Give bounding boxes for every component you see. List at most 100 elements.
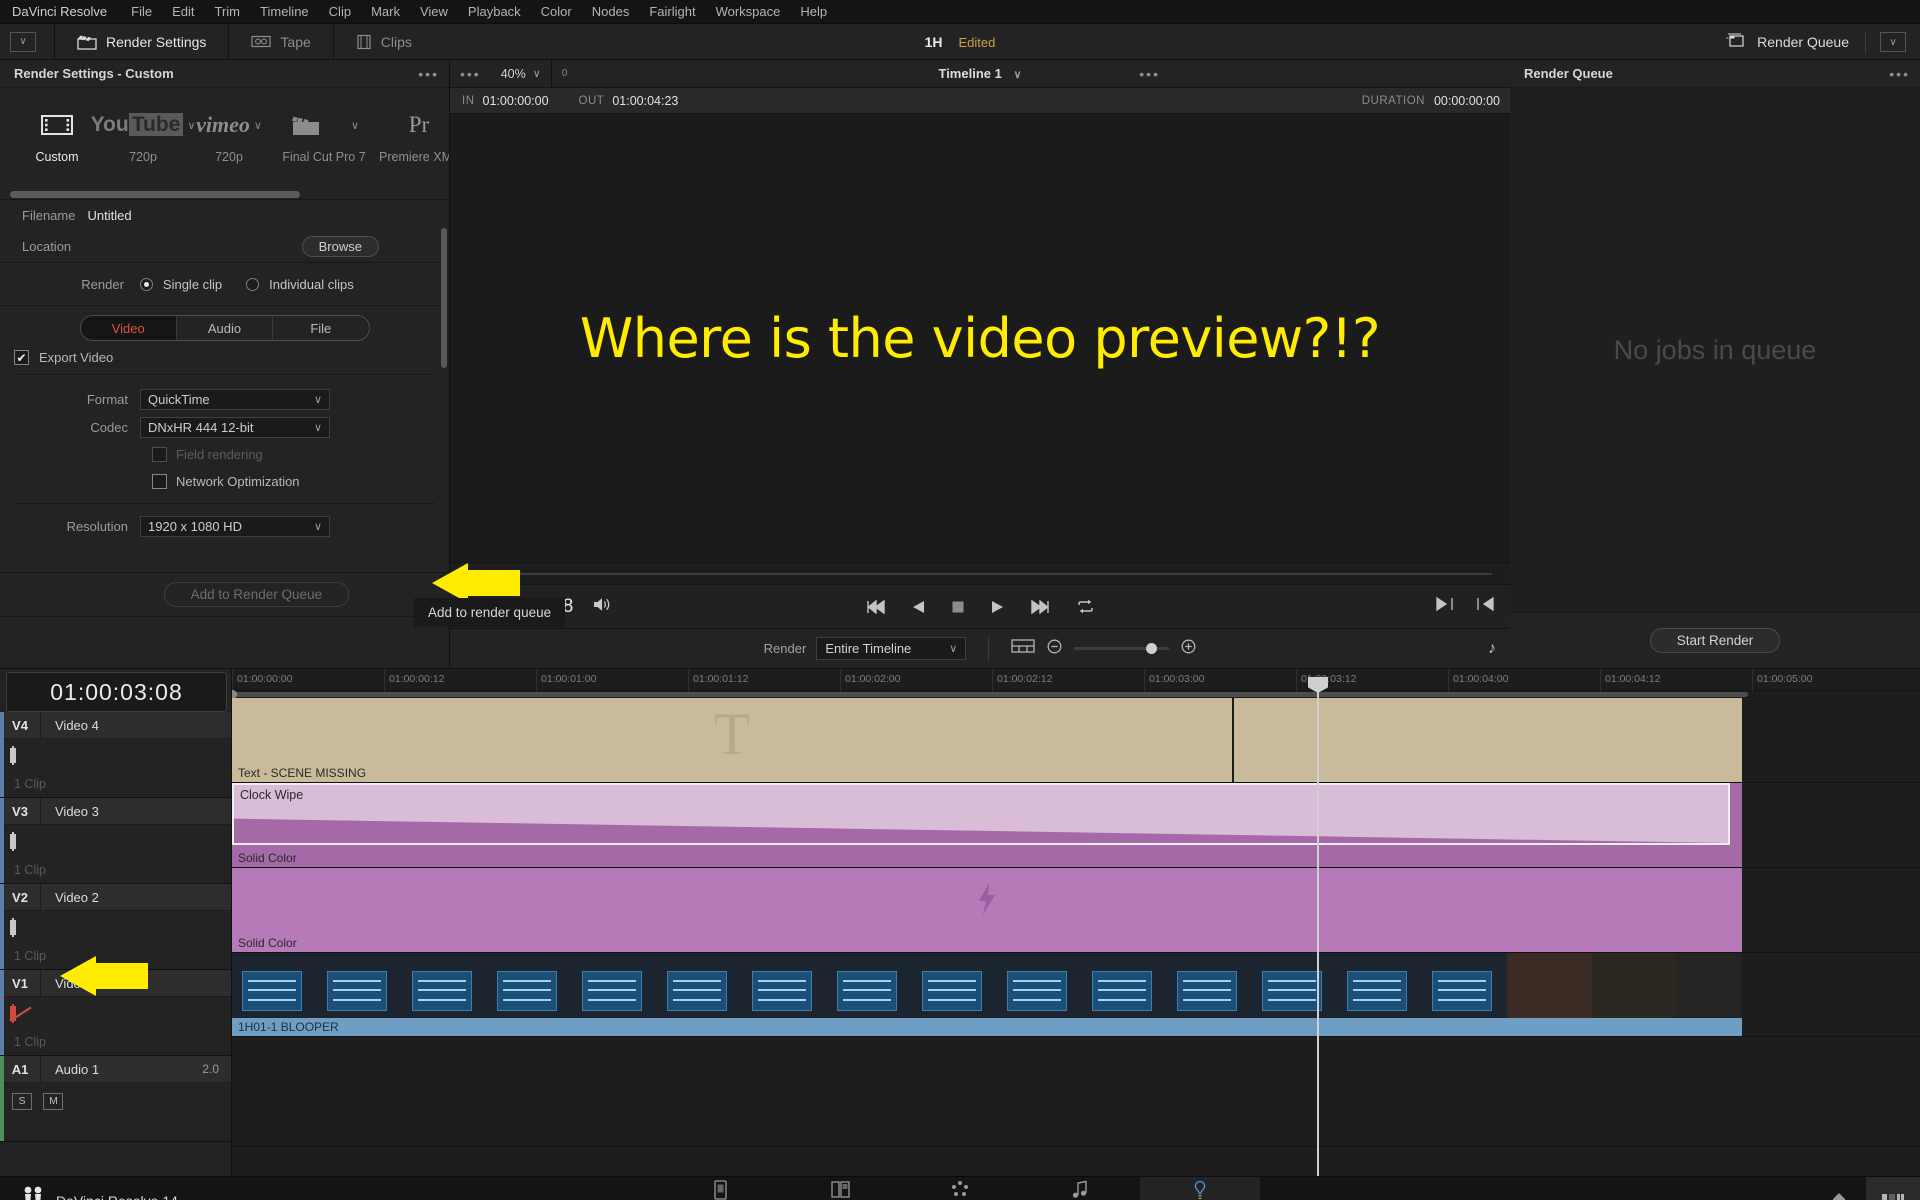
zoom-slider[interactable]: [1074, 643, 1170, 654]
menu-item-mark[interactable]: Mark: [361, 0, 410, 24]
resolution-dropdown[interactable]: 1920 x 1080 HD ∨: [140, 515, 330, 537]
viewer-extra-options-icon[interactable]: •••: [1139, 66, 1160, 82]
page-edit[interactable]: Edit: [780, 1177, 900, 1200]
viewer-timeline-title[interactable]: Timeline 1 ∨: [450, 66, 1510, 81]
preset-scrollbar-thumb[interactable]: [10, 191, 300, 198]
render-queue-options-icon[interactable]: •••: [1889, 66, 1910, 82]
export-video-row[interactable]: Export Video: [0, 341, 449, 374]
tab-tape[interactable]: Tape: [229, 24, 332, 60]
mute-button[interactable]: M: [43, 1092, 64, 1110]
start-render-button[interactable]: Start Render: [1649, 628, 1781, 653]
panel-layout-icon[interactable]: [1866, 1176, 1920, 1200]
play-icon[interactable]: [991, 600, 1004, 614]
render-settings-scrollbar[interactable]: [441, 228, 447, 518]
track-lane-v4[interactable]: T Text - SCENE MISSING: [232, 698, 1920, 783]
chevron-down-icon[interactable]: ∨: [10, 31, 36, 52]
track-name-v3[interactable]: Video 3: [41, 804, 231, 819]
track-name-v4[interactable]: Video 4: [41, 718, 231, 733]
menu-item-view[interactable]: View: [410, 0, 458, 24]
render-settings-scrollbar-thumb[interactable]: [441, 228, 447, 368]
zoom-in-icon[interactable]: [1181, 639, 1196, 659]
menu-item-trim[interactable]: Trim: [205, 0, 251, 24]
tab-file[interactable]: File: [272, 316, 368, 340]
preset-scrollbar[interactable]: [8, 190, 441, 199]
home-icon[interactable]: [1812, 1177, 1866, 1200]
menu-item-timeline[interactable]: Timeline: [250, 0, 319, 24]
tab-render-settings[interactable]: Render Settings: [55, 24, 228, 60]
clip-clock-wipe-transition[interactable]: Clock Wipe: [232, 783, 1730, 845]
render-range-dropdown[interactable]: Entire Timeline ∨: [816, 637, 967, 660]
menu-item-davinci-resolve[interactable]: DaVinci Resolve: [10, 0, 121, 24]
stop-icon[interactable]: [951, 600, 965, 614]
fit-timeline-icon[interactable]: [1011, 638, 1035, 659]
zoom-slider-knob[interactable]: [1146, 643, 1158, 654]
timeline-timecode-display[interactable]: 01:00:03:08: [6, 672, 227, 712]
track-name-v2[interactable]: Video 2: [41, 890, 231, 905]
zoom-out-icon[interactable]: [1047, 639, 1062, 659]
out-value[interactable]: 01:00:04:23: [612, 94, 678, 108]
filename-value[interactable]: Untitled: [87, 208, 131, 223]
page-media[interactable]: Media: [660, 1177, 780, 1200]
page-fairlight[interactable]: Fairlight: [1020, 1177, 1140, 1200]
video-enable-icon[interactable]: [12, 832, 14, 851]
radio-individual-clips[interactable]: [246, 277, 260, 291]
export-video-checkbox[interactable]: [14, 350, 29, 365]
clip-blooper-video[interactable]: 1H01-1 BLOOPER: [232, 953, 1742, 1036]
timeline-tracks-area[interactable]: 01:00:00:00 01:00:00:12 01:00:01:00 01:0…: [232, 669, 1920, 1176]
timeline-playhead[interactable]: [1308, 677, 1328, 1176]
timeline-ruler[interactable]: 01:00:00:00 01:00:00:12 01:00:01:00 01:0…: [232, 669, 1920, 691]
track-lane-a1[interactable]: [232, 1037, 1920, 1147]
track-lane-v3[interactable]: Solid Color Clock Wipe: [232, 783, 1920, 868]
codec-dropdown[interactable]: DNxHR 444 12-bit ∨: [140, 416, 330, 438]
format-dropdown[interactable]: QuickTime ∨: [140, 388, 330, 410]
tab-audio[interactable]: Audio: [175, 316, 272, 340]
solo-button[interactable]: S: [12, 1092, 32, 1110]
network-optimization-checkbox[interactable]: [152, 474, 167, 489]
network-optimization-row[interactable]: Network Optimization: [0, 468, 449, 495]
go-to-end-icon[interactable]: [1436, 596, 1454, 616]
go-to-start-icon[interactable]: [1476, 596, 1494, 616]
viewer-zoom-control[interactable]: 40% ∨: [491, 59, 552, 88]
menu-item-help[interactable]: Help: [790, 0, 837, 24]
track-lane-v2[interactable]: Solid Color: [232, 868, 1920, 953]
skip-to-start-icon[interactable]: [866, 599, 886, 614]
in-value[interactable]: 01:00:00:00: [483, 94, 549, 108]
clip-text-scene-missing-b[interactable]: [1234, 698, 1742, 782]
menu-item-edit[interactable]: Edit: [162, 0, 204, 24]
preset-final-cut-pro-7[interactable]: ∨ Final Cut Pro 7: [272, 102, 376, 164]
preset-vimeo[interactable]: vimeo ∨ 720p: [186, 102, 272, 164]
loop-icon[interactable]: [1076, 599, 1095, 614]
menu-item-clip[interactable]: Clip: [319, 0, 361, 24]
clip-solid-color-v2[interactable]: Solid Color: [232, 868, 1742, 952]
video-enable-icon[interactable]: [12, 746, 14, 765]
viewer-scrubber[interactable]: [450, 562, 1593, 584]
menu-item-color[interactable]: Color: [531, 0, 582, 24]
menu-item-file[interactable]: File: [121, 0, 162, 24]
video-enable-icon[interactable]: [12, 918, 14, 937]
render-queue-toggle-button[interactable]: Render Queue: [1709, 32, 1865, 52]
menu-item-fairlight[interactable]: Fairlight: [639, 0, 705, 24]
skip-to-end-icon[interactable]: [1030, 599, 1050, 614]
viewer-options-icon[interactable]: •••: [450, 60, 491, 88]
audio-note-icon[interactable]: ♪: [1488, 640, 1496, 658]
timeline-scrollbar-thumb[interactable]: [232, 690, 1748, 699]
play-reverse-icon[interactable]: [912, 600, 925, 614]
preset-premiere-xml[interactable]: Pr Premiere XML: [376, 102, 449, 164]
clip-text-scene-missing[interactable]: T Text - SCENE MISSING: [232, 698, 1232, 782]
browse-button[interactable]: Browse: [301, 235, 379, 257]
video-preview-canvas[interactable]: Where is the video preview?!?: [450, 114, 1510, 562]
timeline-horizontal-scrollbar[interactable]: [232, 690, 1920, 699]
radio-single-clip[interactable]: [139, 277, 153, 291]
menu-item-workspace[interactable]: Workspace: [706, 0, 791, 24]
page-color[interactable]: Color: [900, 1177, 1020, 1200]
add-to-render-queue-button[interactable]: Add to Render Queue: [163, 582, 349, 607]
track-name-a1[interactable]: Audio 1: [41, 1062, 202, 1077]
tab-video[interactable]: Video: [80, 316, 176, 340]
preset-custom[interactable]: Custom: [14, 102, 100, 164]
chevron-down-icon[interactable]: ∨: [1880, 32, 1906, 52]
preset-youtube[interactable]: You Tube ∨ 720p: [91, 102, 195, 164]
menu-item-nodes[interactable]: Nodes: [582, 0, 640, 24]
track-lane-v1[interactable]: 1H01-1 BLOOPER: [232, 953, 1920, 1037]
tab-clips[interactable]: Clips: [334, 24, 434, 60]
render-settings-options-icon[interactable]: •••: [418, 66, 439, 82]
